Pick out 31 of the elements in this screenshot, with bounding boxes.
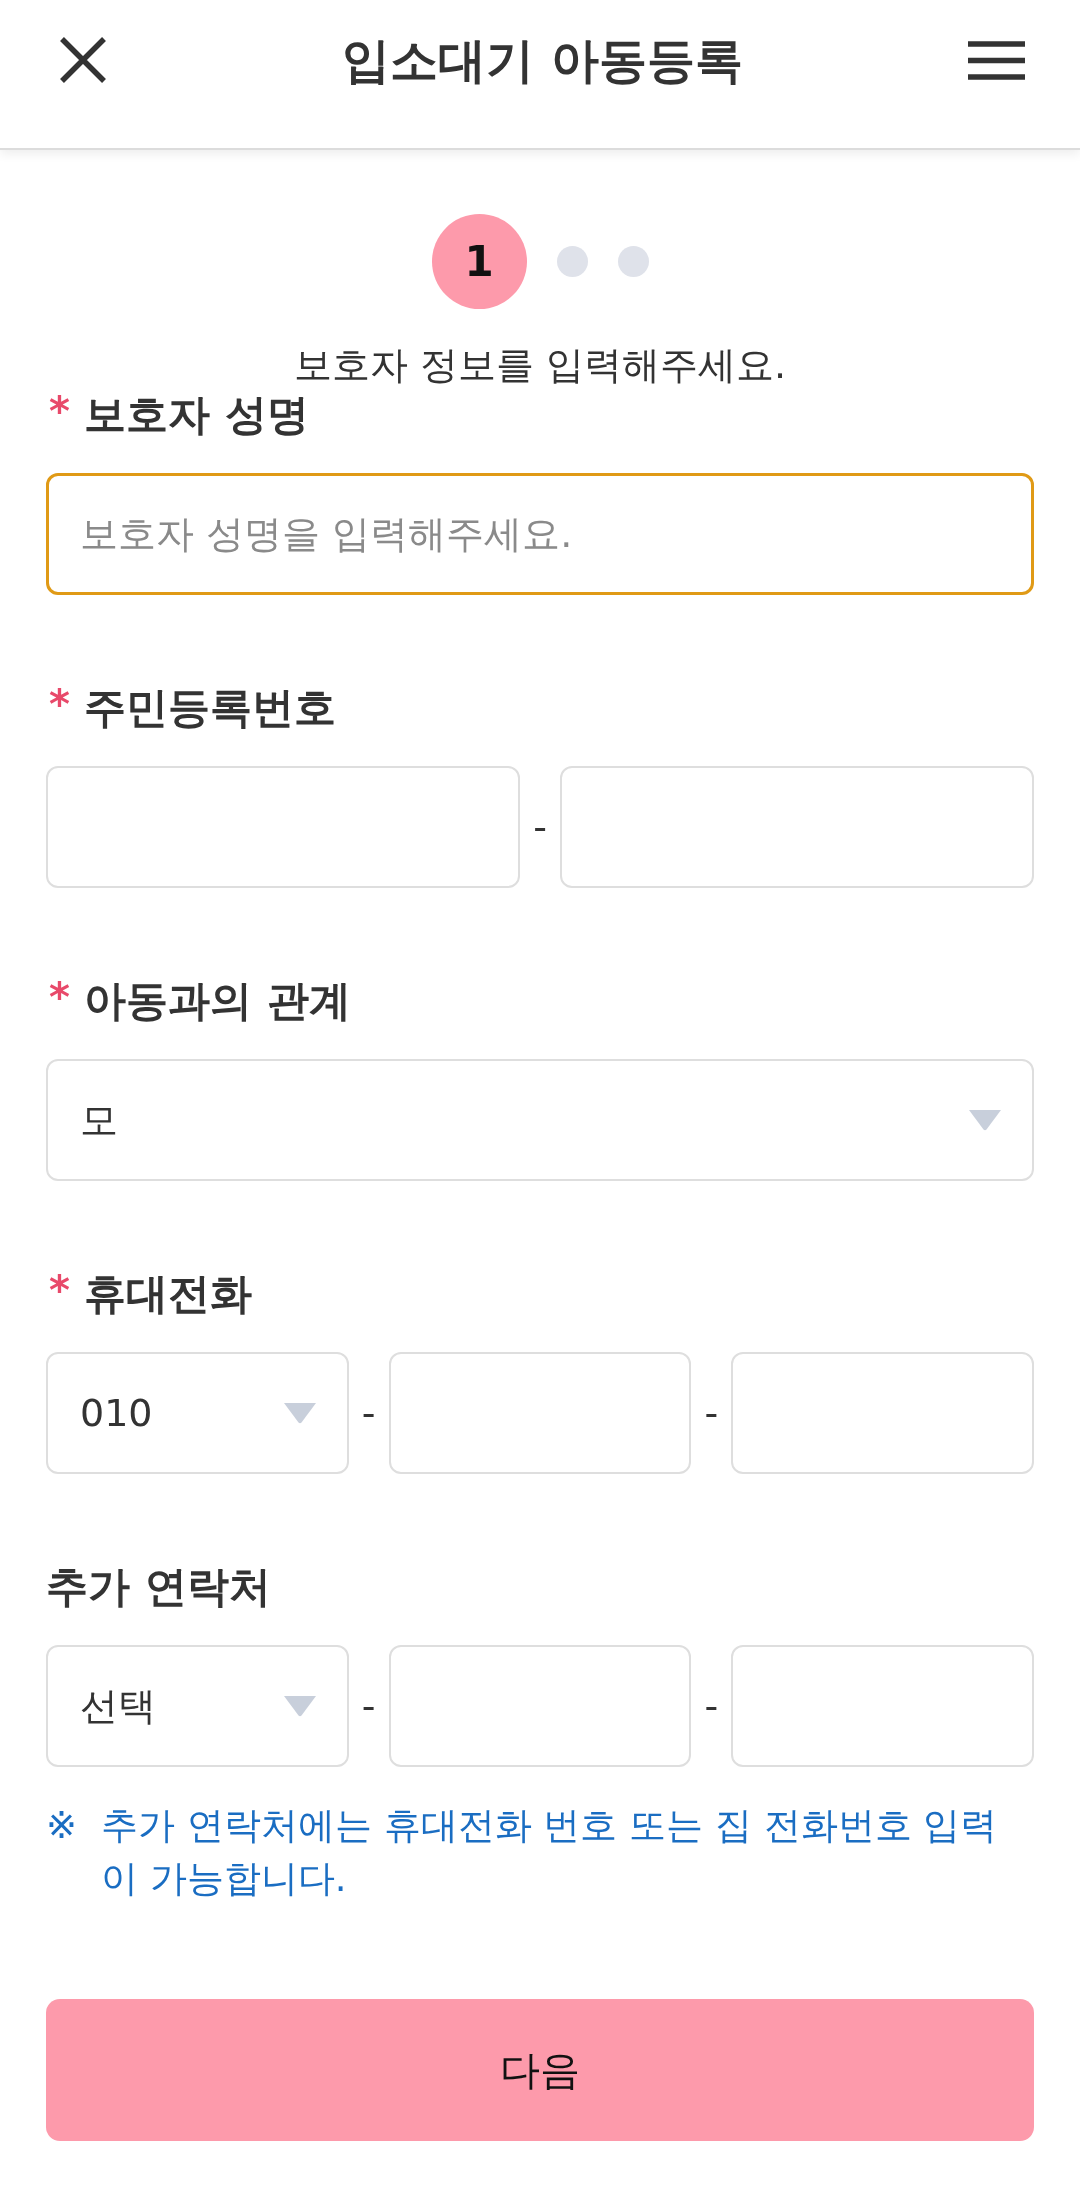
field-label: 보호자 성명: [83, 390, 309, 440]
required-asterisk: *: [49, 391, 70, 431]
dropdown[interactable]: 010: [46, 1352, 349, 1474]
reference-mark: ※: [46, 1803, 78, 1849]
step-number: 1: [431, 214, 527, 309]
caret-icon: [968, 1109, 1002, 1131]
caret-icon: [282, 1402, 317, 1424]
dropdown[interactable]: 모: [46, 1059, 1034, 1181]
dash-separator: -: [704, 1391, 719, 1435]
caret-icon: [282, 1695, 317, 1717]
field-label: 주민등록번호: [83, 683, 336, 733]
close-icon: [60, 37, 106, 83]
field-label: 휴대전화: [83, 1269, 252, 1319]
page-title: 입소대기 아동등록: [342, 31, 743, 90]
next-button[interactable]: 다음: [46, 1999, 1034, 2141]
required-asterisk: *: [49, 684, 70, 724]
field-label: 아동과의 관계: [83, 976, 351, 1026]
menu-button[interactable]: [968, 40, 1025, 80]
menu-icon: [968, 40, 1025, 80]
close-button[interactable]: [60, 37, 106, 83]
dash-separator: -: [361, 1391, 376, 1435]
required-asterisk: *: [49, 1270, 70, 1310]
step-instruction: 보호자 정보를 입력해주세요.: [293, 343, 787, 387]
dropdown[interactable]: 선택: [46, 1645, 349, 1767]
note-text: 추가 연락처에는 휴대전화 번호 또는 집 전화번호 입력이 가능합니다.: [101, 1804, 998, 1900]
dash-separator: -: [533, 805, 547, 849]
input-field[interactable]: 보호자 성명을 입력해주세요.: [46, 473, 1034, 595]
dash-separator: -: [361, 1684, 376, 1728]
field-label: 추가 연락처: [46, 1562, 271, 1612]
dash-separator: -: [704, 1684, 719, 1728]
required-asterisk: *: [49, 977, 70, 1017]
